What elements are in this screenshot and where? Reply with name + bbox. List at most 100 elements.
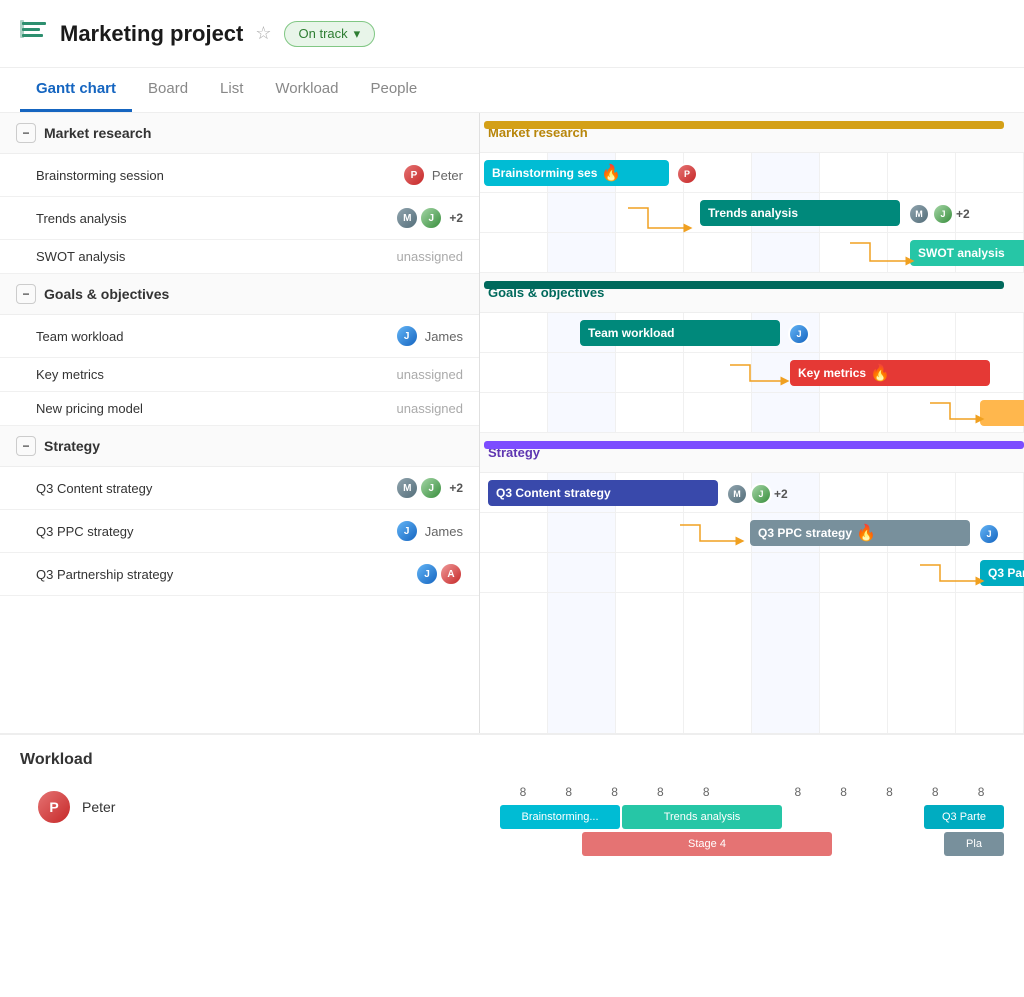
task-name: Q3 Partnership strategy bbox=[36, 567, 335, 582]
tab-board[interactable]: Board bbox=[132, 68, 204, 112]
chevron-down-icon: ▾ bbox=[354, 26, 361, 42]
header: Marketing project ☆ On track ▾ bbox=[0, 0, 1024, 68]
workload-bar-stage4[interactable]: Stage 4 bbox=[582, 832, 832, 856]
bar-label: Key metrics bbox=[798, 366, 866, 380]
project-icon bbox=[20, 16, 48, 51]
task-name: Brainstorming session bbox=[36, 168, 335, 183]
num: 8 bbox=[821, 781, 867, 803]
group-strategy-label: Strategy bbox=[44, 438, 100, 454]
bar-label: Q3 PPC strategy bbox=[758, 526, 852, 540]
group-toggle-market[interactable]: − bbox=[16, 123, 36, 143]
avatar: J bbox=[415, 562, 439, 586]
workload-bars: Brainstorming... Trends analysis Q3 Part… bbox=[500, 805, 1004, 856]
workload-bar-plan[interactable]: Pla bbox=[944, 832, 1004, 856]
num: 8 bbox=[683, 781, 729, 803]
workload-bar-partner[interactable]: Q3 Parte bbox=[924, 805, 1004, 829]
group-toggle-strategy[interactable]: − bbox=[16, 436, 36, 456]
workload-row-peter: P Peter 8 8 8 8 8 8 8 8 8 8 Brain bbox=[20, 781, 1004, 856]
workload-section: Workload P Peter 8 8 8 8 8 8 8 8 8 8 bbox=[0, 733, 1024, 872]
gantt-bar-ppc[interactable]: Q3 PPC strategy 🔥 bbox=[750, 520, 970, 546]
task-name: Trends analysis bbox=[36, 211, 335, 226]
avatar: J bbox=[395, 519, 419, 543]
gantt-bar-trends[interactable]: Trends analysis bbox=[700, 200, 900, 226]
task-content-strategy: Q3 Content strategy M J +2 bbox=[0, 467, 479, 510]
gantt-bar-team-workload[interactable]: Team workload bbox=[580, 320, 780, 346]
bar-label: Q3 Content strategy bbox=[496, 486, 611, 500]
avatar: A bbox=[439, 562, 463, 586]
flame-icon: 🔥 bbox=[856, 523, 876, 543]
tab-workload[interactable]: Workload bbox=[259, 68, 354, 112]
avatar: P bbox=[402, 163, 426, 187]
avatar: M bbox=[908, 203, 930, 225]
task-team-workload: Team workload J James bbox=[0, 315, 479, 358]
person-name: Peter bbox=[82, 799, 115, 815]
num: 8 bbox=[546, 781, 592, 803]
star-icon[interactable]: ☆ bbox=[255, 23, 271, 44]
avatar: J bbox=[419, 206, 443, 230]
task-assignee: J A bbox=[343, 562, 463, 586]
left-panel: − Market research Brainstorming session … bbox=[0, 113, 480, 733]
avatar: J bbox=[419, 476, 443, 500]
task-trends: Trends analysis M J +2 bbox=[0, 197, 479, 240]
task-assignee: M J +2 bbox=[343, 476, 463, 500]
group-market-research: − Market research bbox=[0, 113, 479, 154]
num: 8 bbox=[867, 781, 913, 803]
tabs-bar: Gantt chart Board List Workload People bbox=[0, 68, 1024, 113]
task-assignee: P Peter bbox=[343, 163, 463, 187]
num: 8 bbox=[775, 781, 821, 803]
num: 8 bbox=[912, 781, 958, 803]
plus-count: +2 bbox=[956, 207, 970, 221]
workload-grid: 8 8 8 8 8 8 8 8 8 8 Brainstorming... bbox=[500, 781, 1004, 856]
task-name: SWOT analysis bbox=[36, 249, 335, 264]
avatar: M bbox=[395, 206, 419, 230]
task-key-metrics: Key metrics unassigned bbox=[0, 358, 479, 392]
tab-list[interactable]: List bbox=[204, 68, 259, 112]
task-assignee: unassigned bbox=[343, 401, 463, 416]
workload-person: P Peter bbox=[20, 781, 500, 833]
task-assignee: J James bbox=[343, 324, 463, 348]
task-name: Team workload bbox=[36, 329, 335, 344]
workload-bar-row2: Stage 4 Pla bbox=[500, 832, 1004, 856]
flame-icon: 🔥 bbox=[601, 163, 621, 183]
bar-label: Team workload bbox=[588, 326, 674, 340]
gantt-bar-market[interactable] bbox=[484, 121, 1004, 129]
avatar: J bbox=[932, 203, 954, 225]
task-pricing: New pricing model unassigned bbox=[0, 392, 479, 426]
gantt-bar-key-metrics[interactable]: Key metrics 🔥 bbox=[790, 360, 990, 386]
gantt-bar-goals-main[interactable] bbox=[484, 281, 1004, 289]
workload-bar-brainstorming[interactable]: Brainstorming... bbox=[500, 805, 620, 829]
workload-bar-row: Brainstorming... Trends analysis Q3 Part… bbox=[500, 805, 1004, 829]
task-assignee: unassigned bbox=[343, 367, 463, 382]
task-name: New pricing model bbox=[36, 401, 335, 416]
tab-people[interactable]: People bbox=[354, 68, 433, 112]
gantt-main: − Market research Brainstorming session … bbox=[0, 113, 1024, 733]
task-assignee: unassigned bbox=[343, 249, 463, 264]
group-toggle-goals[interactable]: − bbox=[16, 284, 36, 304]
gantt-bar-brainstorming[interactable]: Brainstorming ses 🔥 bbox=[484, 160, 669, 186]
tab-gantt[interactable]: Gantt chart bbox=[20, 68, 132, 112]
avatar: J bbox=[788, 323, 810, 345]
plus-count: +2 bbox=[774, 487, 788, 501]
num: 8 bbox=[500, 781, 546, 803]
avatar: J bbox=[750, 483, 772, 505]
status-badge[interactable]: On track ▾ bbox=[284, 21, 376, 47]
project-title: Marketing project bbox=[60, 21, 243, 47]
status-text: On track bbox=[299, 26, 348, 41]
group-goals: − Goals & objectives bbox=[0, 274, 479, 315]
group-strategy: − Strategy bbox=[0, 426, 479, 467]
task-name: Q3 PPC strategy bbox=[36, 524, 335, 539]
workload-numbers: 8 8 8 8 8 8 8 8 8 8 bbox=[500, 781, 1004, 803]
bar-label: SWOT analysis bbox=[918, 246, 1005, 260]
bar-label: Trends analysis bbox=[708, 206, 798, 220]
workload-title: Workload bbox=[20, 751, 1004, 769]
group-market-label: Market research bbox=[44, 125, 151, 141]
task-brainstorming: Brainstorming session P Peter bbox=[0, 154, 479, 197]
group-goals-label: Goals & objectives bbox=[44, 286, 169, 302]
task-ppc: Q3 PPC strategy J James bbox=[0, 510, 479, 553]
gantt-bar-strategy-main[interactable] bbox=[484, 441, 1024, 449]
gantt-bar-content[interactable]: Q3 Content strategy bbox=[488, 480, 718, 506]
num: 8 bbox=[958, 781, 1004, 803]
workload-bar-trends[interactable]: Trends analysis bbox=[622, 805, 782, 829]
num: 8 bbox=[592, 781, 638, 803]
bar-label: Brainstorming ses bbox=[492, 166, 597, 180]
